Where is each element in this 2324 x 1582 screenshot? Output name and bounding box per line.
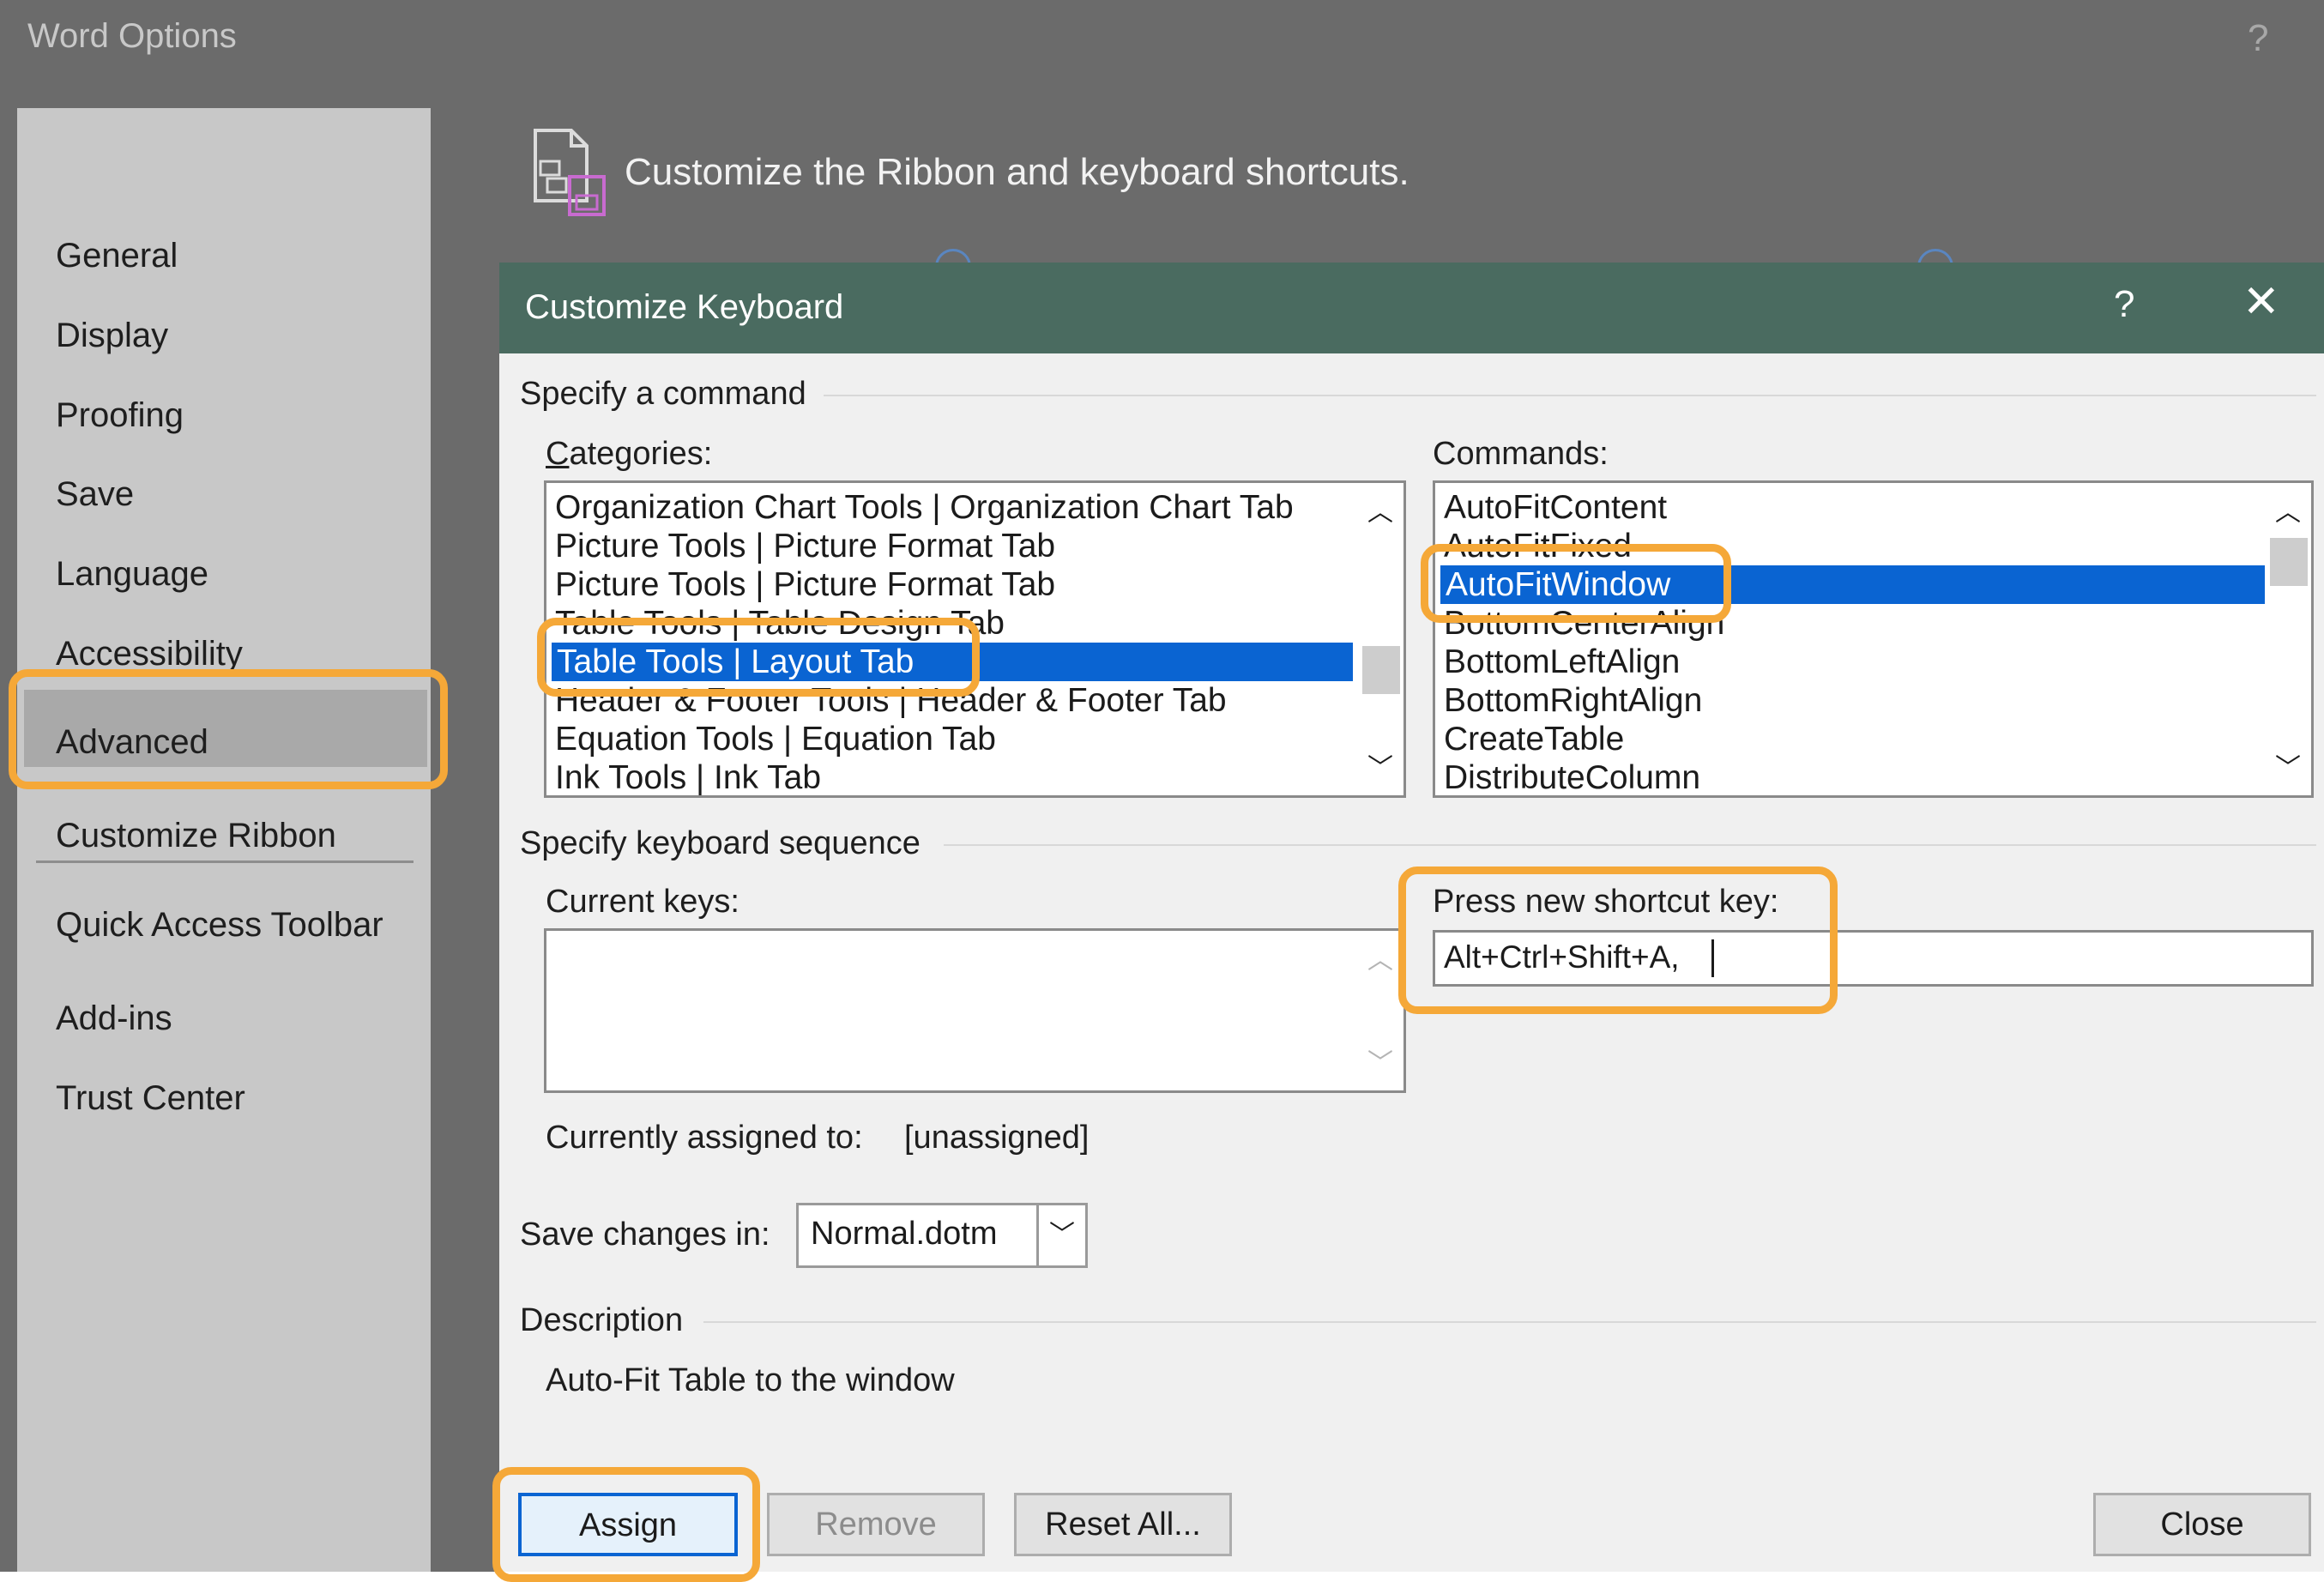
specify-sequence-heading: Specify keyboard sequence <box>520 825 921 861</box>
commands-label-text: Commands: <box>1433 436 1609 472</box>
nav-item-language[interactable]: Language <box>56 555 208 594</box>
specify-command-heading: Specify a command <box>520 376 806 412</box>
list-item[interactable]: AutoFitFixed <box>1444 527 1632 565</box>
nav-item-save[interactable]: Save <box>56 475 134 514</box>
nav-item-quick-access-toolbar[interactable]: Quick Access Toolbar <box>56 906 383 945</box>
scroll-up-icon[interactable]: ︿ <box>2265 492 2311 534</box>
dialog-help-icon[interactable]: ? <box>2114 283 2134 326</box>
list-item[interactable]: AutoFitContent <box>1444 488 1667 527</box>
press-new-shortcut-label: Press new shortcut key: <box>1433 884 1779 920</box>
currently-assigned-label: Currently assigned to: <box>546 1120 863 1156</box>
current-keys-scrollbar[interactable]: ︿ ﹀ <box>1357 931 1403 1090</box>
scroll-down-icon: ﹀ <box>1367 1049 1393 1078</box>
commands-listbox[interactable]: AutoFitContent AutoFitFixed AutoFitWindo… <box>1433 480 2314 798</box>
list-item[interactable]: Picture Tools | Picture Format Tab <box>555 565 1055 604</box>
group-divider <box>703 1321 2316 1323</box>
nav-item-trust-center[interactable]: Trust Center <box>56 1079 245 1118</box>
close-button[interactable]: Close <box>2093 1493 2311 1556</box>
commands-label: Commands: <box>1433 436 1609 473</box>
assign-button[interactable]: Assign <box>518 1493 738 1556</box>
list-item-selected[interactable]: Table Tools | Layout Tab <box>552 643 1353 681</box>
nav-item-customize-ribbon[interactable]: Customize Ribbon <box>56 817 336 855</box>
list-item[interactable]: DistributeColumn <box>1444 758 1700 795</box>
nav-item-accessibility[interactable]: Accessibility <box>56 635 243 673</box>
scroll-thumb[interactable] <box>2270 538 2308 586</box>
nav-item-advanced[interactable]: Advanced <box>56 723 208 762</box>
group-divider <box>944 844 2316 846</box>
list-item[interactable]: CreateTable <box>1444 720 1624 758</box>
currently-assigned-value: [unassigned] <box>904 1120 1090 1156</box>
categories-listbox[interactable]: Organization Chart Tools | Organization … <box>544 480 1406 798</box>
scroll-thumb[interactable] <box>1362 646 1400 694</box>
list-item[interactable]: Organization Chart Tools | Organization … <box>555 488 1294 527</box>
scroll-down-icon[interactable]: ﹀ <box>1357 747 1403 790</box>
commands-scrollbar[interactable]: ︿ ﹀ <box>2265 483 2311 795</box>
new-shortcut-key-value: Alt+Ctrl+Shift+A, <box>1444 939 1680 975</box>
list-item[interactable]: BottomRightAlign <box>1444 681 1702 720</box>
group-divider <box>824 395 2316 396</box>
scroll-up-icon: ︿ <box>1367 946 1393 975</box>
save-changes-select[interactable]: Normal.dotm ﹀ <box>796 1203 1088 1268</box>
dialog-close-icon[interactable]: ✕ <box>2243 280 2280 324</box>
save-changes-label: Save changes in: <box>520 1217 770 1253</box>
window-title: Word Options <box>27 17 237 55</box>
list-item[interactable]: Table Tools | Table Design Tab <box>555 604 1005 643</box>
save-changes-value: Normal.dotm <box>811 1216 998 1252</box>
list-item[interactable]: BottomCenterAlign <box>1444 604 1724 643</box>
categories-scrollbar[interactable]: ︿ ﹀ <box>1357 483 1403 795</box>
scroll-up-icon[interactable]: ︿ <box>1357 492 1403 534</box>
description-text: Auto-Fit Table to the window <box>546 1362 955 1398</box>
text-caret <box>1711 939 1714 977</box>
ribbon-header-text: Customize the Ribbon and keyboard shortc… <box>625 151 1409 193</box>
current-keys-listbox[interactable]: ︿ ﹀ <box>544 928 1406 1093</box>
list-item-selected[interactable]: AutoFitWindow <box>1440 565 2267 604</box>
nav-item-display[interactable]: Display <box>56 317 168 355</box>
nav-item-add-ins[interactable]: Add-ins <box>56 999 172 1038</box>
chevron-down-icon[interactable]: ﹀ <box>1036 1205 1085 1265</box>
nav-item-proofing[interactable]: Proofing <box>56 396 184 435</box>
dialog-title: Customize Keyboard <box>525 288 844 326</box>
list-item[interactable]: Header & Footer Tools | Header & Footer … <box>555 681 1227 720</box>
current-keys-label: Current keys: <box>546 884 739 920</box>
nav-item-general[interactable]: General <box>56 237 178 275</box>
help-icon[interactable]: ? <box>2248 17 2268 60</box>
new-shortcut-key-input[interactable]: Alt+Ctrl+Shift+A, <box>1433 930 2314 987</box>
scroll-down-icon[interactable]: ﹀ <box>2265 747 2311 790</box>
remove-button[interactable]: Remove <box>767 1493 985 1556</box>
list-item[interactable]: Equation Tools | Equation Tab <box>555 720 996 758</box>
list-item[interactable]: Picture Tools | Picture Format Tab <box>555 527 1055 565</box>
list-item[interactable]: Ink Tools | Ink Tab <box>555 758 821 795</box>
list-item[interactable]: BottomLeftAlign <box>1444 643 1680 681</box>
categories-label-accesskey: C <box>546 436 570 472</box>
categories-label: Categories: <box>546 436 712 473</box>
categories-label-text: ategories: <box>569 436 713 472</box>
reset-all-button[interactable]: Reset All... <box>1014 1493 1232 1556</box>
nav-separator <box>36 860 413 863</box>
customize-ribbon-icon <box>534 129 606 216</box>
description-heading: Description <box>520 1302 684 1338</box>
options-sidebar: General Display Proofing Save Language A… <box>17 108 431 1572</box>
